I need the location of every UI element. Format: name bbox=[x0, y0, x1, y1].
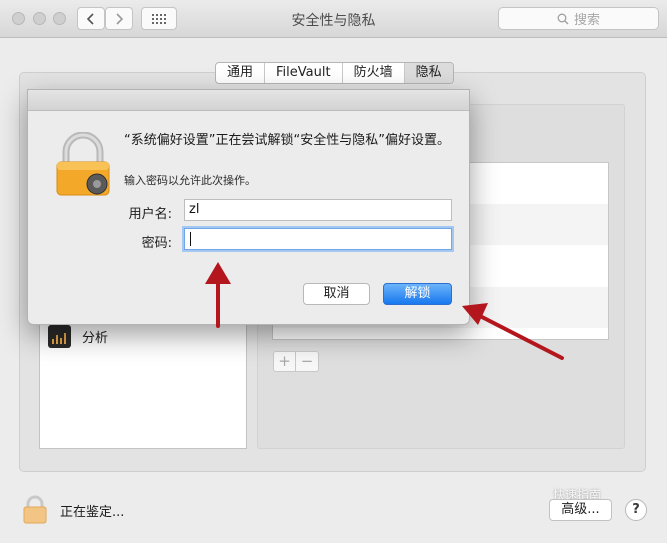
window-titlebar: 安全性与隐私 搜索 bbox=[0, 0, 667, 38]
dialog-title: “系统偏好设置”正在尝试解锁“安全性与隐私”偏好设置。 bbox=[124, 133, 450, 148]
tab-general[interactable]: 通用 bbox=[216, 63, 266, 83]
username-field[interactable]: zl bbox=[184, 199, 452, 221]
tab-firewall[interactable]: 防火墙 bbox=[343, 63, 405, 83]
password-field[interactable] bbox=[184, 228, 452, 250]
cancel-button[interactable]: 取消 bbox=[303, 283, 370, 305]
search-icon bbox=[557, 13, 569, 24]
text-cursor bbox=[190, 232, 191, 246]
tab-bar: 通用 FileVault 防火墙 隐私 bbox=[215, 62, 454, 84]
status-text: 正在鉴定... bbox=[60, 504, 125, 520]
search-placeholder: 搜索 bbox=[573, 13, 600, 28]
lock-icon bbox=[23, 495, 47, 524]
lock-status[interactable]: 正在鉴定... bbox=[22, 495, 124, 525]
add-button[interactable]: + bbox=[274, 352, 296, 371]
sidebar-item-analytics[interactable]: 分析 bbox=[48, 325, 108, 348]
dialog-subtitle: 输入密码以允许此次操作。 bbox=[124, 174, 256, 187]
tab-filevault[interactable]: FileVault bbox=[265, 63, 343, 83]
dialog-header bbox=[28, 90, 469, 111]
search-field[interactable]: 搜索 bbox=[498, 7, 659, 30]
username-label: 用户名: bbox=[128, 207, 172, 222]
help-button[interactable]: ? bbox=[625, 499, 647, 521]
unlock-button[interactable]: 解锁 bbox=[383, 283, 452, 305]
unlock-dialog: “系统偏好设置”正在尝试解锁“安全性与隐私”偏好设置。 输入密码以允许此次操作。… bbox=[27, 89, 470, 325]
advanced-button[interactable]: 高级... bbox=[549, 499, 612, 521]
tab-privacy[interactable]: 隐私 bbox=[404, 63, 453, 83]
password-label: 密码: bbox=[141, 236, 172, 251]
sidebar-item-label: 分析 bbox=[82, 331, 109, 346]
padlock-icon bbox=[56, 132, 110, 196]
remove-button[interactable]: − bbox=[296, 352, 318, 371]
analytics-icon bbox=[48, 325, 71, 348]
add-remove-control: + − bbox=[273, 351, 319, 372]
